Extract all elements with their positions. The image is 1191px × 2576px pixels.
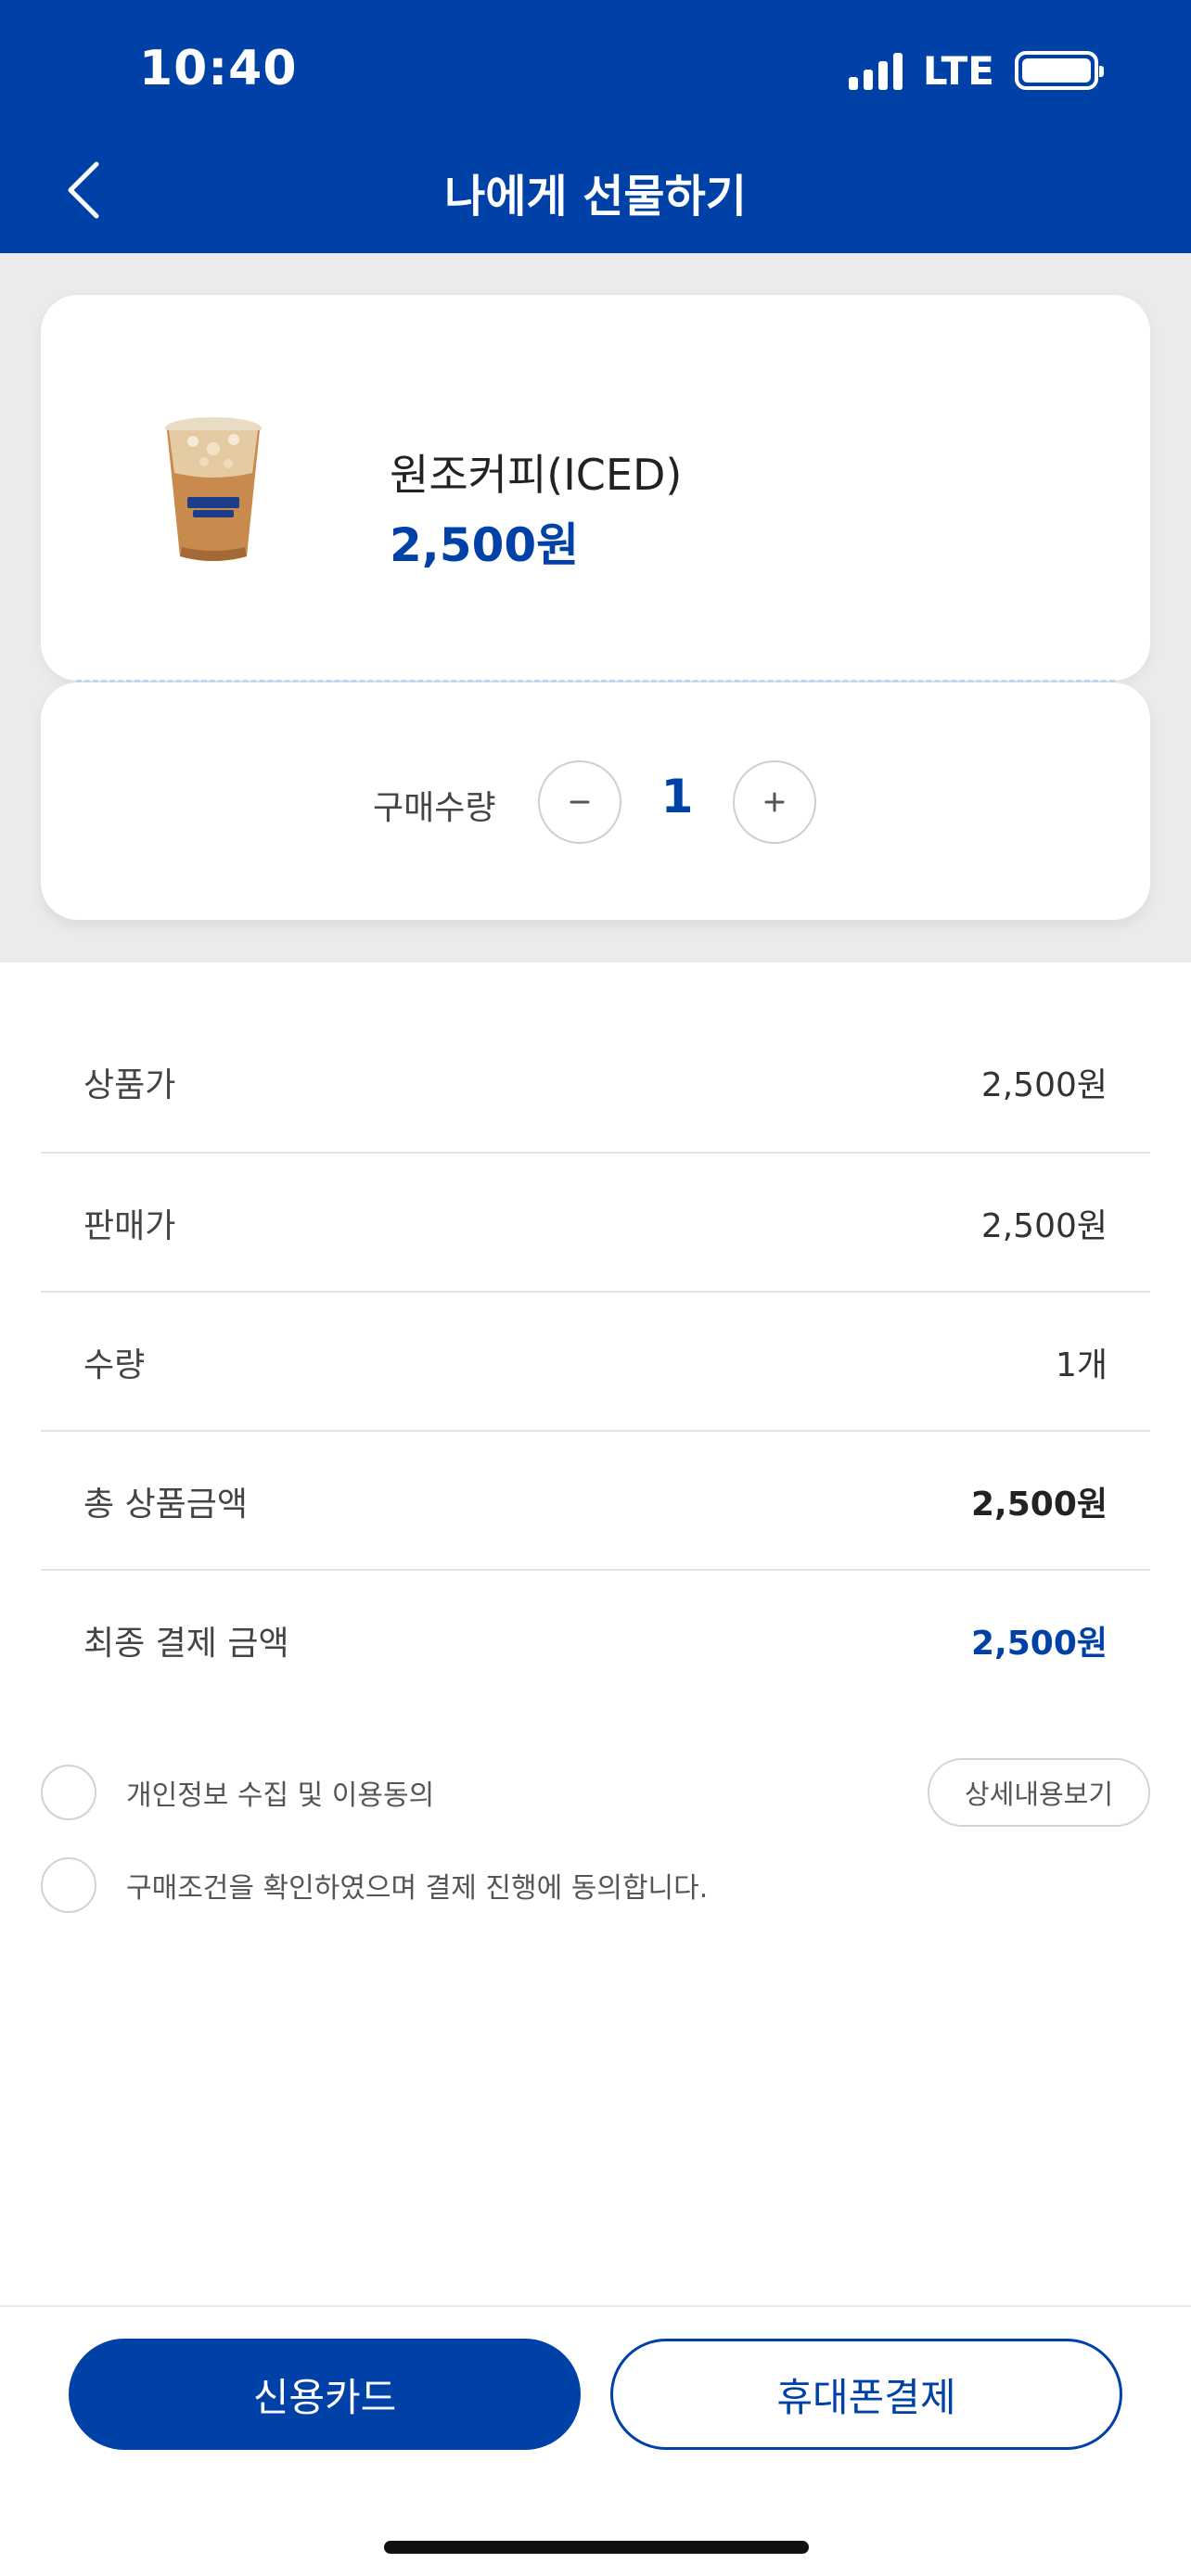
view-details-button[interactable]: 상세내용보기 [928,1758,1150,1827]
summary-value: 2,500원 [971,1625,1108,1663]
summary-value: 1개 [1055,1346,1108,1384]
bottom-bar-divider [0,2305,1191,2307]
plus-icon [764,792,785,812]
summary-label: 판매가 [83,1207,176,1245]
summary-row-product-price: 상품가 2,500원 [41,1013,1150,1152]
home-indicator [384,2541,809,2554]
signal-icon [848,51,903,90]
page-title: 나에게 선물하기 [444,171,747,223]
product-price: 2,500원 [390,518,580,572]
product-image [158,408,269,566]
privacy-agreement-row: 개인정보 수집 및 이용동의 상세내용보기 [41,1758,1150,1827]
summary-label: 수량 [83,1346,146,1384]
purchase-agreement-label: 구매조건을 확인하였으며 결제 진행에 동의합니다. [126,1872,709,1905]
battery-icon [1015,51,1104,90]
product-name: 원조커피(ICED) [390,450,683,500]
card-divider [76,680,1115,682]
summary-label: 총 상품금액 [83,1486,249,1524]
summary-value: 2,500원 [971,1486,1108,1524]
status-indicators: LTE [848,45,1104,96]
summary-row-quantity: 수량 1개 [41,1293,1150,1432]
quantity-increase-button[interactable] [733,760,816,844]
app-header: 10:40 LTE 나에게 선물하기 [0,0,1191,253]
status-time: 10:40 [139,41,298,96]
quantity-label: 구매수량 [373,789,496,827]
summary-row-final-payment: 최종 결제 금액 2,500원 [41,1571,1150,1710]
privacy-agreement-label: 개인정보 수집 및 이용동의 [126,1779,435,1812]
quantity-value: 1 [660,770,694,823]
summary-label: 최종 결제 금액 [83,1625,289,1663]
phone-payment-button[interactable]: 휴대폰결제 [610,2339,1122,2450]
summary-row-total: 총 상품금액 2,500원 [41,1432,1150,1571]
summary-value: 2,500원 [980,1207,1108,1245]
minus-icon [570,800,590,804]
purchase-agreement-row: 구매조건을 확인하였으며 결제 진행에 동의합니다. [41,1851,1150,1919]
network-label: LTE [922,47,994,94]
purchase-agreement-checkbox[interactable] [41,1857,96,1913]
quantity-decrease-button[interactable] [538,760,621,844]
summary-value: 2,500원 [980,1066,1108,1104]
summary-label: 상품가 [83,1066,176,1104]
privacy-agreement-checkbox[interactable] [41,1765,96,1820]
summary-row-sale-price: 판매가 2,500원 [41,1154,1150,1293]
credit-card-button[interactable]: 신용카드 [69,2339,581,2450]
